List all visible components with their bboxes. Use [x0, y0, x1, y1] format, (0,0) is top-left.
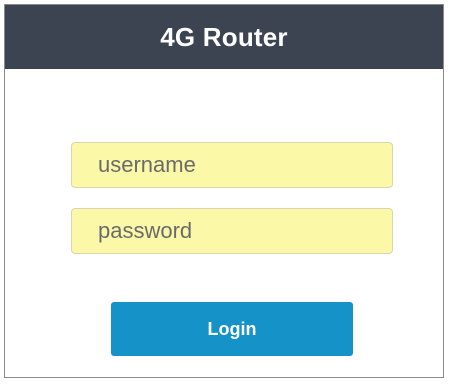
username-input[interactable]	[71, 142, 393, 188]
login-panel: 4G Router Login	[4, 4, 444, 378]
login-button[interactable]: Login	[111, 302, 353, 356]
page-title: 4G Router	[160, 21, 288, 52]
header-bar: 4G Router	[5, 5, 443, 69]
password-input[interactable]	[71, 208, 393, 254]
